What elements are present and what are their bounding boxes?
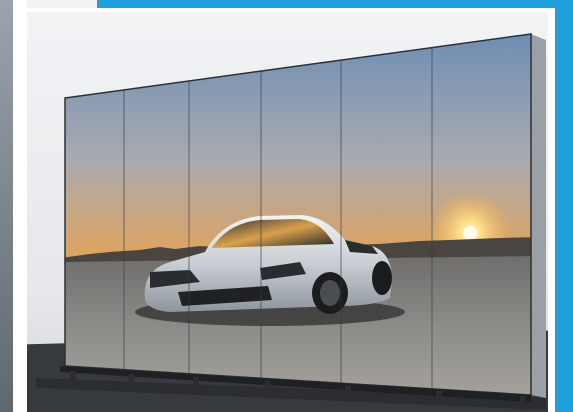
stand-foot — [520, 396, 526, 410]
blue-frame-top — [97, 0, 573, 8]
wall-side-edge — [531, 34, 546, 398]
stand-foot — [128, 374, 134, 388]
stand-foot — [193, 377, 199, 391]
stand-foot — [345, 386, 351, 400]
car-front-rim — [320, 280, 340, 306]
white-frame-inner-top — [27, 8, 548, 12]
stand-foot — [436, 391, 442, 405]
stand-foot — [265, 381, 271, 395]
car-rear-wheel — [372, 261, 392, 295]
photo-scene — [0, 0, 573, 412]
left-white-gap — [13, 0, 27, 412]
stand-foot — [70, 371, 76, 385]
blue-frame-right — [555, 0, 573, 412]
white-frame-inner-right — [548, 8, 555, 412]
sun — [463, 226, 477, 240]
left-edge-strip — [0, 0, 13, 412]
video-wall-photo — [0, 0, 573, 412]
